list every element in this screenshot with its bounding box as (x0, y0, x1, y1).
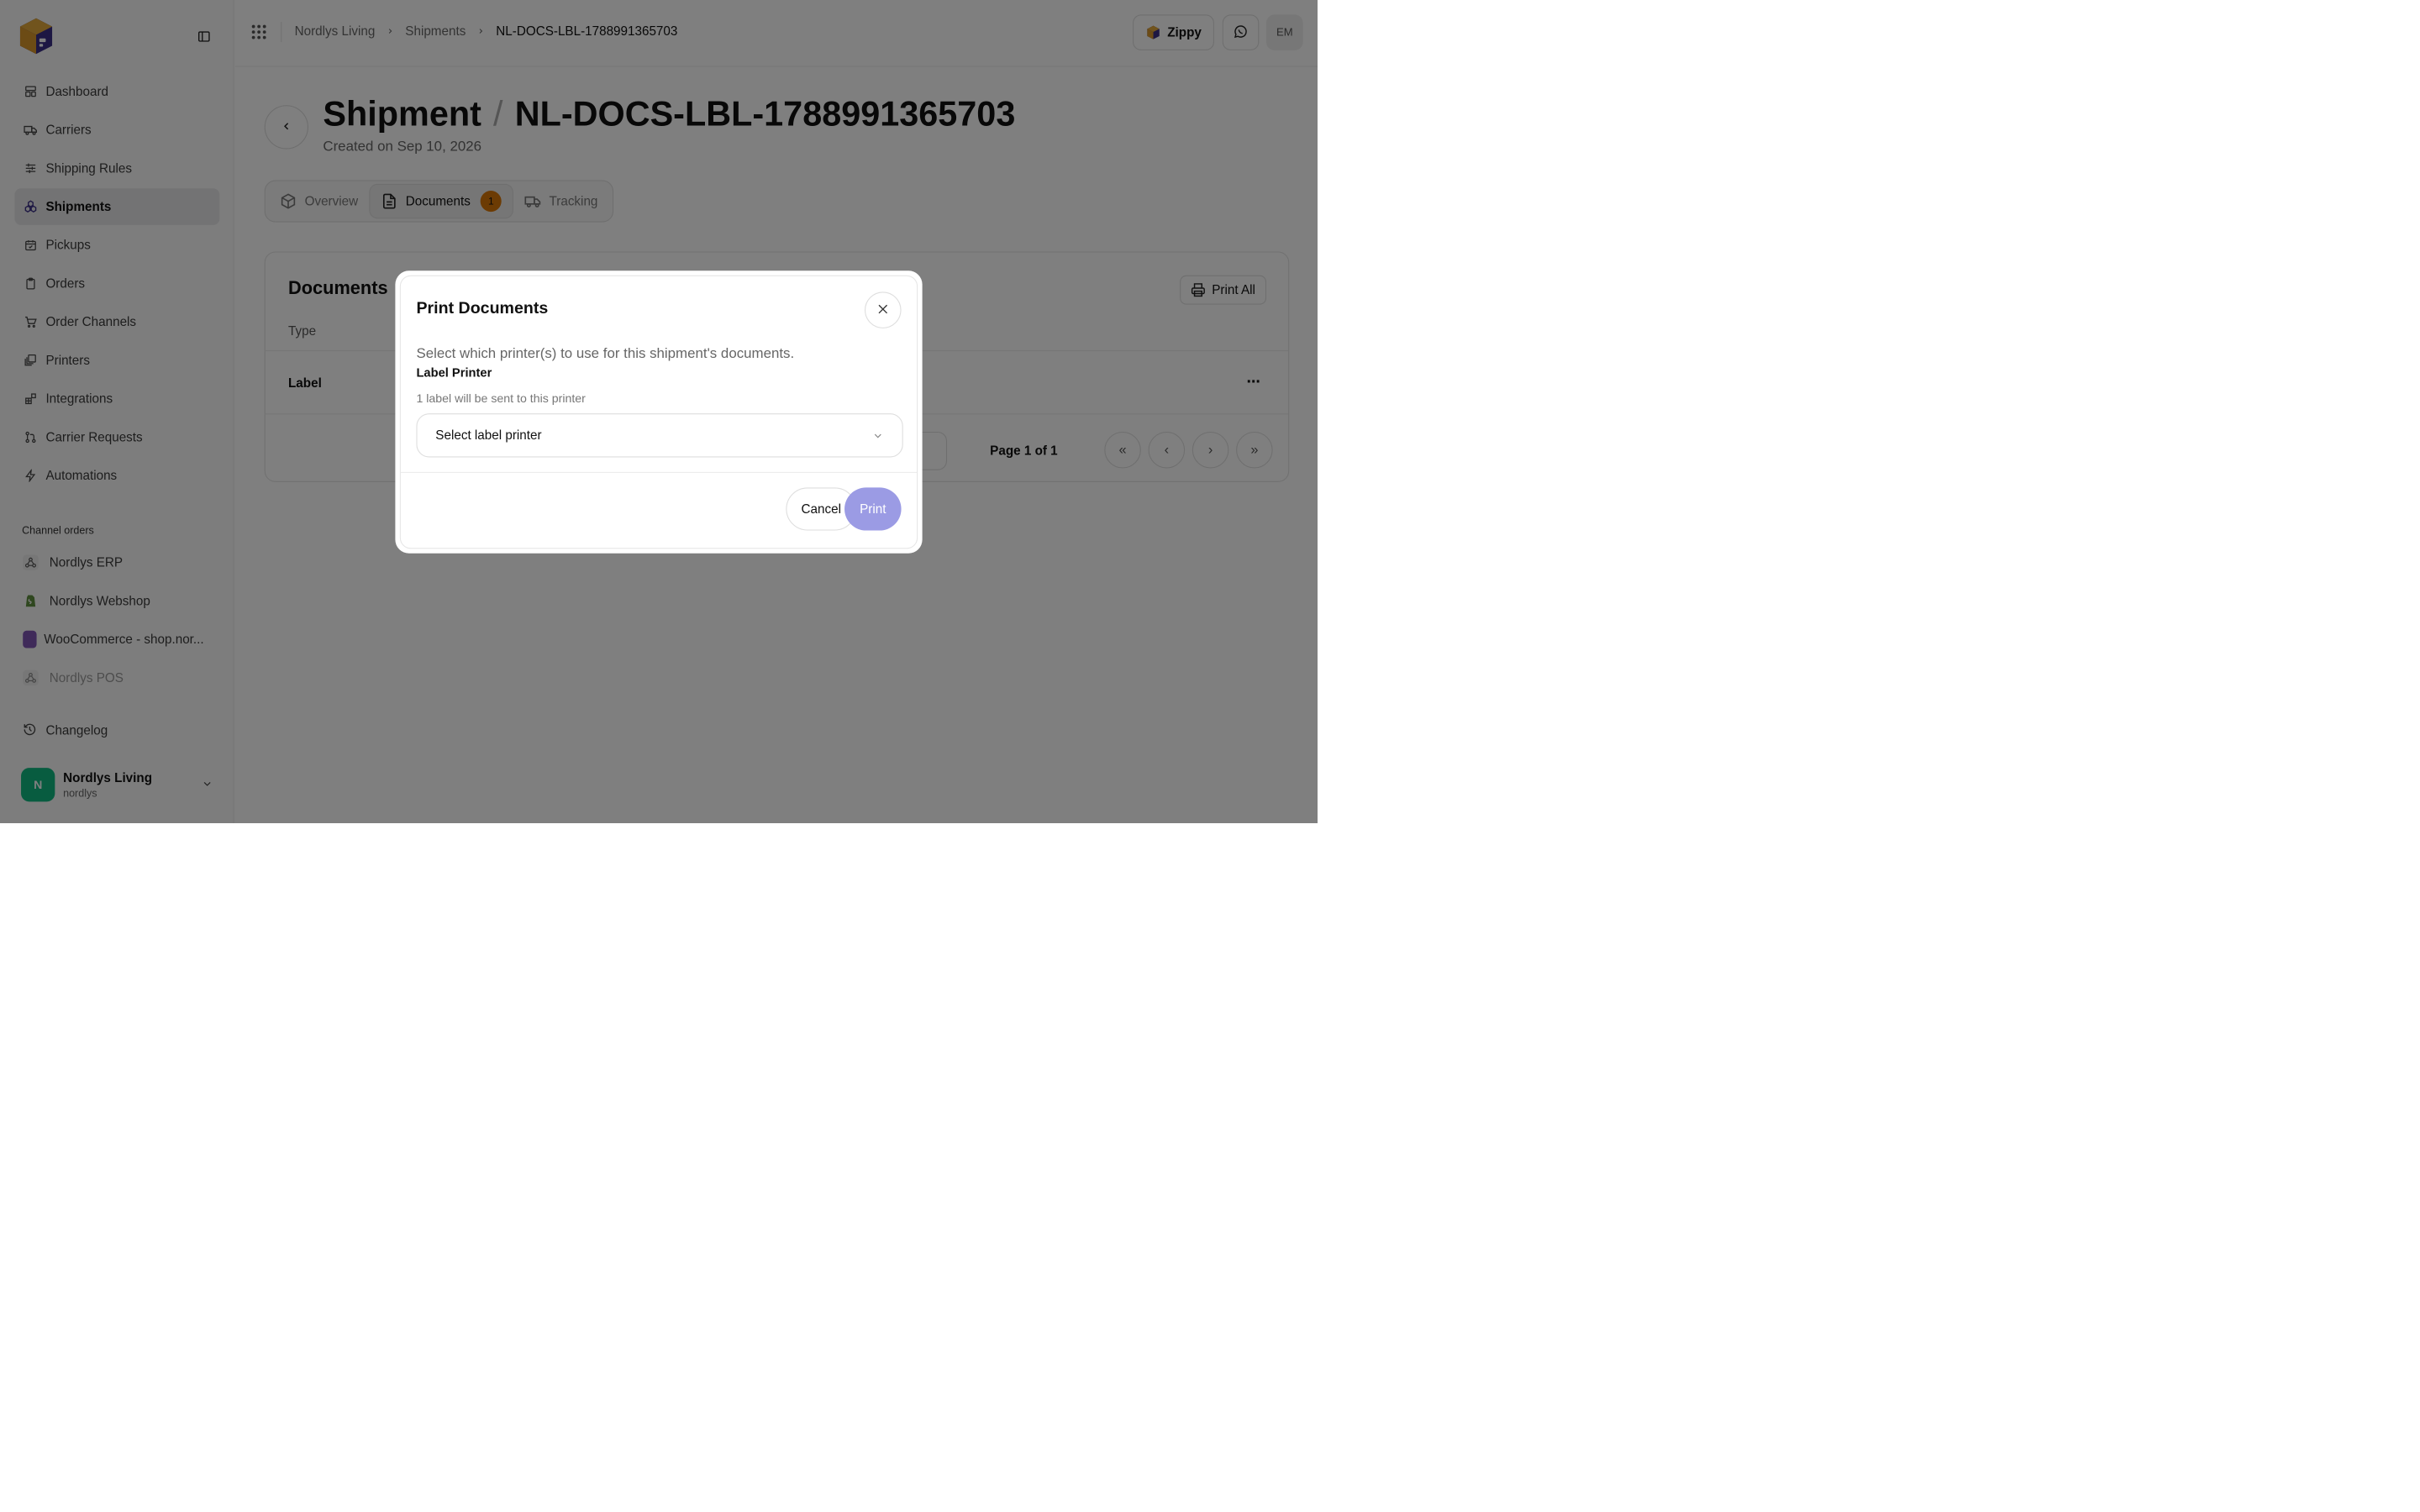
close-button[interactable] (864, 291, 902, 328)
print-button[interactable]: Print (844, 487, 902, 531)
close-icon (876, 302, 890, 318)
select-placeholder: Select label printer (435, 428, 542, 443)
print-documents-dialog: Print Documents Select which printer(s) … (395, 270, 923, 554)
chevron-down-icon (872, 430, 884, 442)
label-printer-select[interactable]: Select label printer (416, 413, 903, 458)
divider (400, 471, 918, 473)
dialog-title: Print Documents (416, 297, 549, 318)
label-printer-hint: 1 label will be sent to this printer (416, 391, 586, 406)
dialog-description: Select which printer(s) to use for this … (416, 344, 795, 361)
label-printer-label: Label Printer (416, 365, 492, 380)
